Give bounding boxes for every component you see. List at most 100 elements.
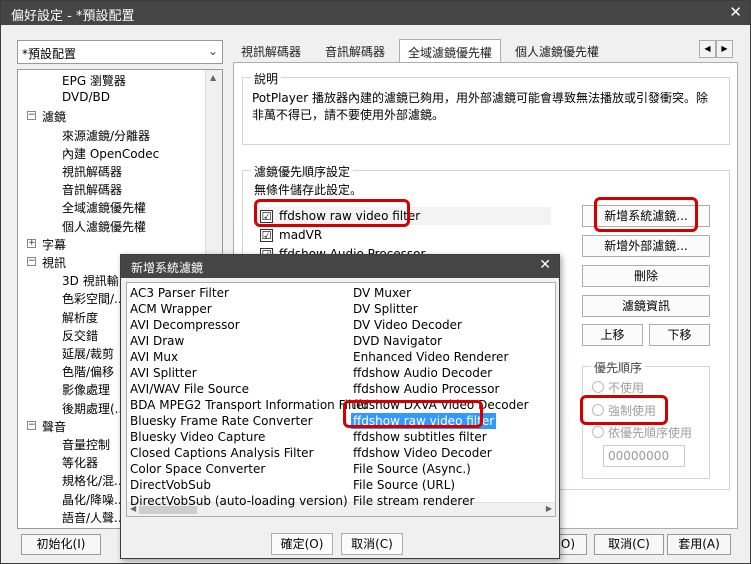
tree-item[interactable]: 色階/偏移 — [62, 363, 114, 380]
annotation-box — [580, 395, 668, 425]
priority-note: 無條件儲存此設定。 — [254, 183, 363, 197]
tree-expander-icon[interactable]: − — [27, 257, 36, 266]
dialog-close-icon[interactable]: ✕ — [539, 257, 551, 273]
priority-title: 濾鏡優先順序設定 — [251, 163, 354, 180]
radio-label: 不使用 — [608, 381, 645, 395]
tab-global-filter-priority[interactable]: 全域濾鏡優先權 — [399, 39, 502, 63]
filter-list-item[interactable]: ffdshow Video Decoder — [353, 445, 492, 461]
chevron-down-icon: ⌄ — [207, 44, 218, 58]
apply-button[interactable]: 套用(A) — [667, 534, 731, 555]
system-filter-list[interactable]: ◀ ▶ AC3 Parser Filter ACM Wrapper AVI Deco… — [126, 282, 556, 517]
description-title: 說明 — [251, 70, 282, 87]
tree-item[interactable]: 視訊解碼器 — [62, 163, 122, 180]
filter-list-item[interactable]: File Source (URL) — [353, 477, 455, 493]
tab-personal-filter-priority[interactable]: 個人濾鏡優先權 — [507, 39, 607, 62]
tree-expander-icon[interactable]: − — [27, 111, 36, 121]
tree-item[interactable]: EPG 瀏覽器 — [62, 72, 126, 89]
tab-strip: 視訊解碼器 音訊解碼器 全域濾鏡優先權 個人濾鏡優先權 ◀ ▶ — [233, 39, 738, 63]
filter-list-item[interactable]: ffdshow Audio Decoder — [353, 365, 492, 381]
window-close-icon[interactable]: ✕ — [729, 3, 742, 21]
tree-item[interactable]: 音量控制 — [62, 436, 110, 453]
dialog-ok-button[interactable]: 確定(O) — [271, 533, 333, 555]
tree-item[interactable]: DVD/BD — [62, 90, 110, 104]
filter-list-item[interactable]: ffdshow subtitles filter — [353, 429, 487, 445]
filter-list-item[interactable]: AC3 Parser Filter — [130, 285, 229, 301]
filter-list-item[interactable]: AVI Splitter — [130, 365, 197, 381]
initialize-button[interactable]: 初始化(I) — [21, 534, 101, 555]
tree-item[interactable]: 聲音 — [42, 418, 66, 435]
tree-item[interactable]: 解析度 — [62, 309, 98, 326]
filter-list-item[interactable]: DV Video Decoder — [353, 317, 462, 333]
filter-list-item[interactable]: DirectVobSub — [130, 477, 211, 493]
window-title: 偏好設定 - *預設配置 — [11, 9, 135, 24]
filter-list-item[interactable]: Bluesky Video Capture — [130, 429, 265, 445]
move-down-button[interactable]: 下移 — [649, 324, 710, 346]
filter-list-item[interactable]: Enhanced Video Renderer — [353, 349, 508, 365]
filter-list-item[interactable]: DVD Navigator — [353, 333, 442, 349]
tree-item[interactable]: 延展/裁剪 — [62, 345, 114, 362]
tree-item[interactable]: 語音/人聲... — [62, 509, 126, 526]
filter-list-item[interactable]: AVI Decompressor — [130, 317, 240, 333]
tree-item[interactable]: 規格化/混... — [62, 472, 126, 489]
filter-list-item[interactable]: AVI/WAV File Source — [130, 381, 249, 397]
dialog-cancel-button[interactable]: 取消(C) — [341, 533, 403, 555]
tab-audio-decoder[interactable]: 音訊解碼器 — [317, 39, 393, 62]
tree-expander-icon[interactable]: − — [27, 420, 36, 430]
filter-list-item[interactable]: Color Space Converter — [130, 461, 265, 477]
filter-list-item[interactable]: ACM Wrapper — [130, 301, 212, 317]
tab-video-decoder[interactable]: 視訊解碼器 — [233, 39, 309, 62]
preset-dropdown[interactable]: *預設配置 ⌄ — [17, 40, 223, 64]
radio-label: 依優先順序使用 — [608, 426, 693, 440]
filter-list-item[interactable]: AVI Draw — [130, 333, 184, 349]
filter-list-item[interactable]: ffdshow Audio Processor — [353, 381, 499, 397]
tree-expander-icon[interactable]: + — [27, 238, 36, 248]
move-up-button[interactable]: 上移 — [582, 324, 643, 346]
tree-item[interactable]: 後期處理(... — [62, 400, 126, 417]
preset-value: *預設配置 — [22, 47, 77, 61]
tree-item[interactable]: 色彩空間/... — [62, 290, 126, 307]
delete-button[interactable]: 刪除 — [582, 265, 710, 287]
radio-icon — [592, 381, 604, 393]
tab-next-icon[interactable]: ▶ — [716, 40, 733, 58]
tree-item[interactable]: 等化器 — [62, 454, 98, 471]
scroll-right-icon[interactable]: ▶ — [546, 504, 552, 513]
dialog-title-bar[interactable]: 新增系統濾鏡 ✕ — [121, 255, 559, 278]
filter-list-item[interactable]: File stream renderer — [353, 493, 474, 509]
tree-item[interactable]: 晶化/降噪... — [62, 491, 126, 508]
add-external-filter-button[interactable]: 新增外部濾鏡... — [582, 235, 710, 257]
dialog-title: 新增系統濾鏡 — [131, 261, 204, 275]
tree-item[interactable]: 個人濾鏡優先權 — [62, 218, 146, 235]
tree-item[interactable]: 影像處理 — [62, 381, 110, 398]
annotation-box — [594, 197, 698, 232]
filter-list-item[interactable]: DirectVobSub (auto-loading version) — [130, 493, 348, 509]
tree-item[interactable]: 音訊解碼器 — [62, 181, 122, 198]
tree-item[interactable]: 濾鏡 — [42, 108, 66, 125]
tree-item[interactable]: 反交錯 — [62, 327, 98, 344]
description-text: PotPlayer 播放器內建的濾鏡已夠用，用外部濾鏡可能會導致無法播放或引發衝… — [252, 91, 709, 122]
scroll-up-icon[interactable]: ▲ — [210, 73, 216, 82]
window-title-bar[interactable]: 偏好設定 - *預設配置 ✕ — [1, 1, 750, 25]
filter-list-item[interactable]: AVI Mux — [130, 349, 178, 365]
filter-list-item[interactable]: DV Muxer — [353, 285, 411, 301]
filter-list-item[interactable]: Bluesky Frame Rate Converter — [130, 413, 313, 429]
order-title: 優先順序 — [591, 359, 646, 376]
tab-prev-icon[interactable]: ◀ — [699, 40, 716, 58]
filter-list-item[interactable]: DV Splitter — [353, 301, 418, 317]
filter-list-item[interactable]: File Source (Async.) — [353, 461, 471, 477]
filter-label: madVR — [279, 228, 323, 242]
filter-info-button[interactable]: 濾鏡資訊 — [582, 295, 710, 317]
cancel-button[interactable]: 取消(C) — [594, 534, 664, 555]
filter-list-item[interactable]: BDA MPEG2 Transport Information Filter — [130, 397, 368, 413]
priority-number-input[interactable]: 00000000 — [603, 445, 685, 467]
filter-list-item[interactable]: Closed Captions Analysis Filter — [130, 445, 314, 461]
add-system-filter-dialog: 新增系統濾鏡 ✕ ◀ ▶ AC3 Parser Filter ACM Wrappe… — [120, 254, 560, 559]
tree-item[interactable]: 視訊 — [42, 254, 66, 271]
filter-checkbox[interactable]: ☑ — [260, 229, 273, 242]
tree-item[interactable]: 字幕 — [42, 236, 66, 253]
annotation-box — [343, 400, 483, 428]
tree-item[interactable]: 來源濾鏡/分離器 — [62, 127, 150, 144]
tree-item[interactable]: 內建 OpenCodec — [62, 145, 159, 162]
tree-item[interactable]: 全域濾鏡優先權 — [62, 199, 146, 216]
filter-row[interactable]: ☑ madVR — [254, 226, 551, 244]
annotation-box — [254, 199, 410, 227]
